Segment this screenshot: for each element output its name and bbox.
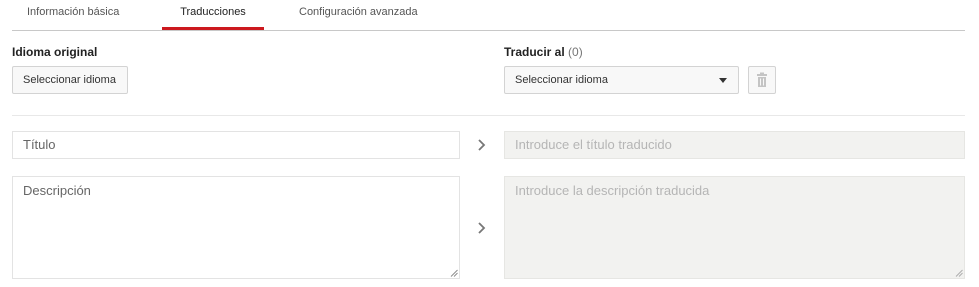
translation-count: (0) <box>568 45 583 59</box>
target-language-heading-label: Traducir al <box>504 45 565 59</box>
tab-advanced-settings-label: Configuración avanzada <box>299 6 418 18</box>
section-divider <box>12 115 965 116</box>
resize-handle-icon[interactable] <box>955 269 963 277</box>
translated-description-textarea[interactable]: Introduce la descripción traducida <box>504 176 965 279</box>
delete-translation-button[interactable] <box>748 66 776 94</box>
target-language-select[interactable]: Seleccionar idioma <box>504 66 739 94</box>
chevron-right-icon <box>478 222 486 234</box>
original-language-button[interactable]: Seleccionar idioma <box>12 66 128 94</box>
tab-translations[interactable]: Traducciones <box>162 0 264 30</box>
description-placeholder: Descripción <box>23 183 91 198</box>
title-input[interactable]: Título <box>12 131 460 159</box>
chevron-right-icon <box>478 139 486 151</box>
tab-bar: Información básica Traducciones Configur… <box>12 0 965 31</box>
trash-icon <box>757 72 767 87</box>
tab-basic-info-label: Información básica <box>27 6 120 18</box>
resize-handle-icon[interactable] <box>450 269 458 277</box>
translated-description-placeholder: Introduce la descripción traducida <box>515 183 710 198</box>
tab-translations-label: Traducciones <box>180 6 246 18</box>
target-language-select-label: Seleccionar idioma <box>515 74 608 86</box>
tab-basic-info[interactable]: Información básica <box>27 0 119 30</box>
target-language-heading: Traducir al (0) <box>504 45 583 59</box>
tab-advanced-settings[interactable]: Configuración avanzada <box>299 0 418 30</box>
caret-down-icon <box>719 78 727 83</box>
original-language-heading: Idioma original <box>12 45 98 59</box>
description-textarea[interactable]: Descripción <box>12 176 460 279</box>
translated-title-input[interactable]: Introduce el título traducido <box>504 131 965 159</box>
active-tab-indicator <box>162 27 264 30</box>
